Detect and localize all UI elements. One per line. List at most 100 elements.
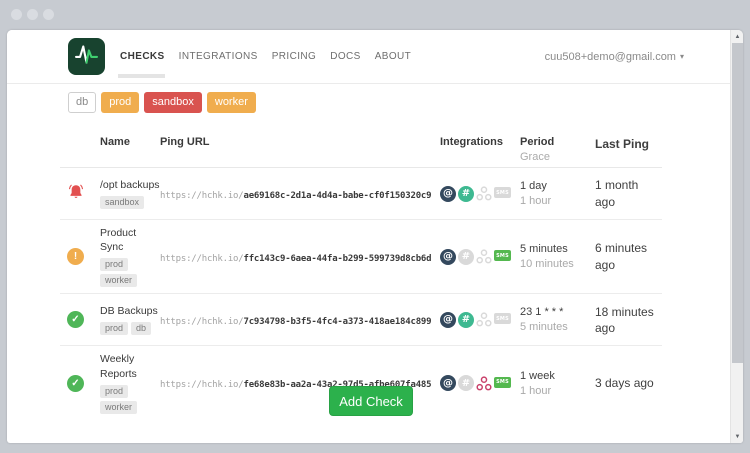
chevron-down-icon: ▾: [680, 52, 684, 61]
filter-tag-db[interactable]: db: [68, 92, 96, 113]
schedule-cell[interactable]: 23 1 * * * 5 minutes: [520, 306, 595, 333]
tag-db: db: [131, 322, 151, 335]
scrollbar[interactable]: ▲ ▼: [730, 30, 743, 443]
last-ping-value: 1 month ago: [595, 177, 659, 209]
period-value: 1 week: [520, 370, 595, 382]
scroll-down-arrow[interactable]: ▼: [731, 430, 743, 443]
check-name[interactable]: Weekly Reports: [100, 352, 160, 380]
scroll-up-arrow[interactable]: ▲: [731, 30, 743, 43]
tag-prod: prod: [100, 258, 128, 271]
status-icon[interactable]: !: [67, 248, 84, 265]
active-tab-underline: [118, 74, 165, 78]
check-ok-icon: ✓: [67, 311, 84, 328]
last-ping-value: 18 minutes ago: [595, 304, 659, 336]
tag-filters: db prod sandbox worker: [68, 92, 256, 113]
schedule-cell[interactable]: 1 day 1 hour: [520, 180, 595, 207]
period-value: 23 1 * * *: [520, 306, 595, 318]
nav-item-integrations[interactable]: INTEGRATIONS: [179, 51, 258, 62]
email-integration-icon[interactable]: @: [440, 186, 456, 202]
slack-integration-icon[interactable]: #: [458, 249, 474, 265]
nav-item-docs[interactable]: DOCS: [330, 51, 361, 62]
sms-integration-icon[interactable]: SMS: [494, 313, 511, 324]
tag-prod: prod: [100, 385, 128, 398]
status-icon[interactable]: ✓: [67, 311, 84, 328]
browser-chrome: [0, 0, 750, 30]
integrations-icons: @# SMS: [440, 186, 520, 202]
nav-item-about[interactable]: ABOUT: [375, 51, 411, 62]
ping-url[interactable]: https://hchk.io/ffc143c9-6aea-44fa-b299-…: [160, 254, 431, 264]
grace-value: 1 hour: [520, 195, 595, 207]
schedule-cell[interactable]: 1 week 1 hour: [520, 370, 595, 397]
sms-integration-icon[interactable]: SMS: [494, 250, 511, 261]
col-header-ping-url: Ping URL: [160, 136, 440, 148]
integrations-icons: @# SMS: [440, 375, 520, 391]
webhook-integration-icon[interactable]: [476, 186, 492, 202]
filter-tag-prod[interactable]: prod: [101, 92, 139, 113]
col-header-period: Period Grace: [520, 136, 595, 163]
integrations-icons: @# SMS: [440, 312, 520, 328]
email-integration-icon[interactable]: @: [440, 312, 456, 328]
window-controls: [11, 9, 54, 20]
table-row[interactable]: ! Product Sync prod worker https://hchk.i…: [60, 220, 662, 294]
sms-integration-icon[interactable]: SMS: [494, 377, 511, 388]
status-icon[interactable]: ✓: [67, 375, 84, 392]
app-window: CHECKS INTEGRATIONS PRICING DOCS ABOUT c…: [7, 30, 743, 443]
email-integration-icon[interactable]: @: [440, 249, 456, 265]
status-icon[interactable]: [67, 183, 85, 204]
integrations-icons: @# SMS: [440, 249, 520, 265]
app-logo[interactable]: [68, 38, 105, 75]
webhook-integration-icon[interactable]: [476, 375, 492, 391]
check-tags: prod worker: [100, 385, 160, 414]
filter-tag-sandbox[interactable]: sandbox: [144, 92, 202, 113]
slack-integration-icon[interactable]: #: [458, 312, 474, 328]
last-ping-value: 6 minutes ago: [595, 240, 659, 272]
ping-url[interactable]: https://hchk.io/ae69168c-2d1a-4d4a-babe-…: [160, 191, 431, 201]
grace-value: 10 minutes: [520, 258, 595, 270]
slack-integration-icon[interactable]: #: [458, 186, 474, 202]
slack-integration-icon[interactable]: #: [458, 375, 474, 391]
check-tags: prod worker: [100, 258, 160, 287]
check-tags: proddb: [100, 322, 160, 335]
tag-prod: prod: [100, 322, 128, 335]
webhook-integration-icon[interactable]: [476, 249, 492, 265]
account-menu[interactable]: cuu508+demo@gmail.com ▾: [545, 30, 684, 83]
window-control-dot[interactable]: [11, 9, 22, 20]
tag-worker: worker: [100, 401, 137, 414]
tag-sandbox: sandbox: [100, 196, 144, 209]
window-control-dot[interactable]: [43, 9, 54, 20]
col-header-last-ping: Last Ping: [595, 136, 659, 152]
tag-worker: worker: [100, 274, 137, 287]
nav-item-checks[interactable]: CHECKS: [120, 51, 165, 62]
alert-bell-icon: [67, 183, 85, 201]
webhook-integration-icon[interactable]: [476, 312, 492, 328]
check-name[interactable]: Product Sync: [100, 226, 160, 254]
add-check-button[interactable]: Add Check: [329, 386, 413, 416]
heartbeat-icon: [72, 40, 101, 74]
period-value: 5 minutes: [520, 243, 595, 255]
ping-url[interactable]: https://hchk.io/7c934798-b3f5-4fc4-a373-…: [160, 317, 431, 327]
scrollbar-thumb[interactable]: [732, 43, 743, 363]
checks-table: Name Ping URL Integrations Period Grace …: [60, 130, 662, 420]
check-tags: sandbox: [100, 196, 160, 209]
check-ok-icon: ✓: [67, 375, 84, 392]
check-name[interactable]: DB Backups: [100, 304, 160, 318]
window-control-dot[interactable]: [27, 9, 38, 20]
account-email: cuu508+demo@gmail.com: [545, 51, 676, 63]
col-header-integrations: Integrations: [440, 136, 520, 148]
table-row[interactable]: ✓ DB Backups proddb https://hchk.io/7c93…: [60, 294, 662, 346]
table-header: Name Ping URL Integrations Period Grace …: [60, 130, 662, 168]
schedule-cell[interactable]: 5 minutes 10 minutes: [520, 243, 595, 270]
site-header: CHECKS INTEGRATIONS PRICING DOCS ABOUT c…: [7, 30, 730, 84]
email-integration-icon[interactable]: @: [440, 375, 456, 391]
filter-tag-worker[interactable]: worker: [207, 92, 256, 113]
sms-integration-icon[interactable]: SMS: [494, 187, 511, 198]
table-row[interactable]: /opt backups sandbox https://hchk.io/ae6…: [60, 168, 662, 220]
col-header-grace: Grace: [520, 151, 595, 163]
nav-item-pricing[interactable]: PRICING: [272, 51, 316, 62]
grace-value: 1 hour: [520, 385, 595, 397]
period-value: 1 day: [520, 180, 595, 192]
check-name[interactable]: /opt backups: [100, 178, 160, 192]
grace-value: 5 minutes: [520, 321, 595, 333]
last-ping-value: 3 days ago: [595, 375, 659, 391]
col-header-name: Name: [100, 136, 160, 148]
